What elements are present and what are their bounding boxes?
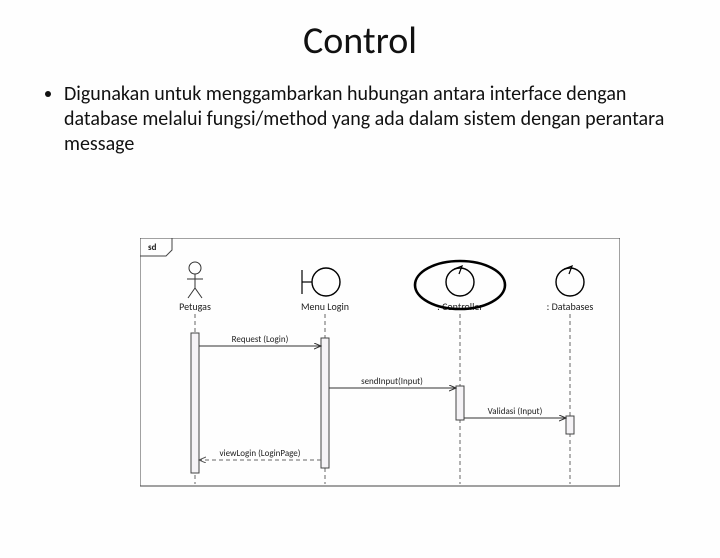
msg-view-login-label: viewLogin (LoginPage) <box>219 448 300 459</box>
control-controller-icon <box>446 266 474 296</box>
msg-request-login-label: Request (Login) <box>232 334 289 345</box>
actor-petugas-icon <box>187 262 203 298</box>
bullet-block: Digunakan untuk menggambarkan hubungan a… <box>0 82 720 157</box>
lifeline-menu-login-label: Menu Login <box>301 300 349 313</box>
lifeline-petugas-label: Petugas <box>179 300 211 313</box>
entity-databases-icon <box>556 266 584 296</box>
activation-databases <box>566 416 574 434</box>
sequence-diagram: sd Petugas Menu Login : Controller <box>140 238 620 488</box>
activation-petugas <box>191 333 199 473</box>
activation-controller <box>456 386 464 420</box>
boundary-menu-login-icon <box>302 268 340 296</box>
sd-frame-label: sd <box>148 242 157 253</box>
bullet-text: Digunakan untuk menggambarkan hubungan a… <box>64 82 678 157</box>
activation-menu-login <box>321 338 329 468</box>
msg-send-input-label: sendInput(Input) <box>361 376 423 387</box>
msg-validasi-label: Validasi (Input) <box>488 406 543 417</box>
lifeline-databases-label: : Databases <box>547 300 594 313</box>
slide-title: Control <box>0 18 720 64</box>
